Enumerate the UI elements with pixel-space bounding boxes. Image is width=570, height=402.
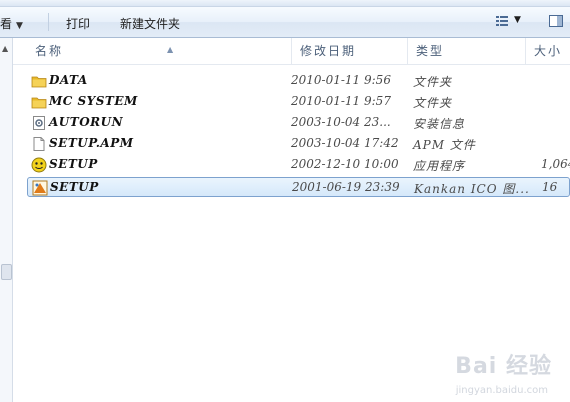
- preview-pane-icon[interactable]: [548, 13, 564, 29]
- file-date: 2010-01-11 9:56: [291, 73, 391, 87]
- baidu-watermark: Bai 经验: [455, 354, 552, 379]
- file-name: AUTORUN: [49, 115, 124, 129]
- file-name: DATA: [49, 73, 88, 87]
- file-type: 安装信息: [413, 117, 466, 131]
- view-menu-button[interactable]: 看 ▼: [0, 15, 23, 32]
- file-date: 2002-12-10 10:00: [291, 157, 399, 171]
- file-date: 2003-10-04 17:42: [291, 136, 399, 150]
- file-size: 16: [542, 180, 558, 194]
- file-row[interactable]: SETUP 2002-12-10 10:00 应用程序 1,064: [27, 155, 570, 175]
- file-type: Kankan ICO 图...: [414, 182, 530, 196]
- new-folder-button[interactable]: 新建文件夹: [120, 15, 180, 32]
- file-type: 应用程序: [413, 159, 466, 173]
- file-name: SETUP.APM: [49, 136, 134, 150]
- file-row[interactable]: SETUP.APM 2003-10-04 17:42 APM 文件: [27, 134, 570, 154]
- navigation-pane-edge[interactable]: ▲: [0, 38, 13, 402]
- file-name: SETUP: [50, 180, 99, 194]
- command-bar: 看 ▼ 打印 新建文件夹 ▼: [0, 7, 570, 38]
- settings-file-icon: [31, 115, 47, 131]
- file-type: 文件夹: [413, 96, 453, 110]
- blank-file-icon: [31, 136, 47, 152]
- smiley-app-icon: [31, 157, 47, 173]
- chevron-down-icon: ▼: [16, 21, 23, 31]
- change-view-icon[interactable]: [494, 13, 510, 29]
- file-type: 文件夹: [413, 75, 453, 89]
- baidu-watermark-url: jingyan.baidu.com: [455, 385, 548, 396]
- column-header-row: 名称 ▲ 修改日期 类型 大小: [13, 38, 570, 65]
- file-name: MC SYSTEM: [49, 94, 138, 108]
- file-row[interactable]: MC SYSTEM 2010-01-11 9:57 文件夹: [27, 92, 570, 112]
- column-header-name-label: 名称: [35, 44, 64, 58]
- print-button[interactable]: 打印: [66, 15, 90, 32]
- file-row[interactable]: DATA 2010-01-11 9:56 文件夹: [27, 71, 570, 91]
- menu-bar-strip: [0, 0, 570, 7]
- file-row[interactable]: AUTORUN 2003-10-04 23... 安装信息: [27, 113, 570, 133]
- column-header-date[interactable]: 修改日期: [291, 38, 407, 64]
- scroll-up-icon[interactable]: ▲: [2, 44, 8, 53]
- file-type: APM 文件: [413, 138, 476, 152]
- file-date: 2010-01-11 9:57: [291, 94, 391, 108]
- file-size: 1,064: [541, 157, 570, 171]
- toolbar-divider: [48, 13, 49, 31]
- folder-icon: [31, 94, 47, 110]
- column-header-size[interactable]: 大小: [525, 38, 570, 64]
- scrollbar-thumb[interactable]: [1, 264, 12, 280]
- file-date: 2001-06-19 23:39: [292, 180, 400, 194]
- file-name: SETUP: [49, 157, 98, 171]
- ico-image-icon: [32, 180, 48, 196]
- view-options-chevron-icon[interactable]: ▼: [514, 15, 521, 25]
- sort-ascending-icon: ▲: [167, 45, 176, 54]
- file-date: 2003-10-04 23...: [291, 115, 391, 129]
- column-header-name[interactable]: 名称 ▲: [27, 38, 291, 64]
- column-header-type[interactable]: 类型: [407, 38, 525, 64]
- folder-icon: [31, 73, 47, 89]
- file-row-selected[interactable]: SETUP 2001-06-19 23:39 Kankan ICO 图... 1…: [27, 177, 570, 197]
- view-menu-label: 看: [0, 17, 13, 31]
